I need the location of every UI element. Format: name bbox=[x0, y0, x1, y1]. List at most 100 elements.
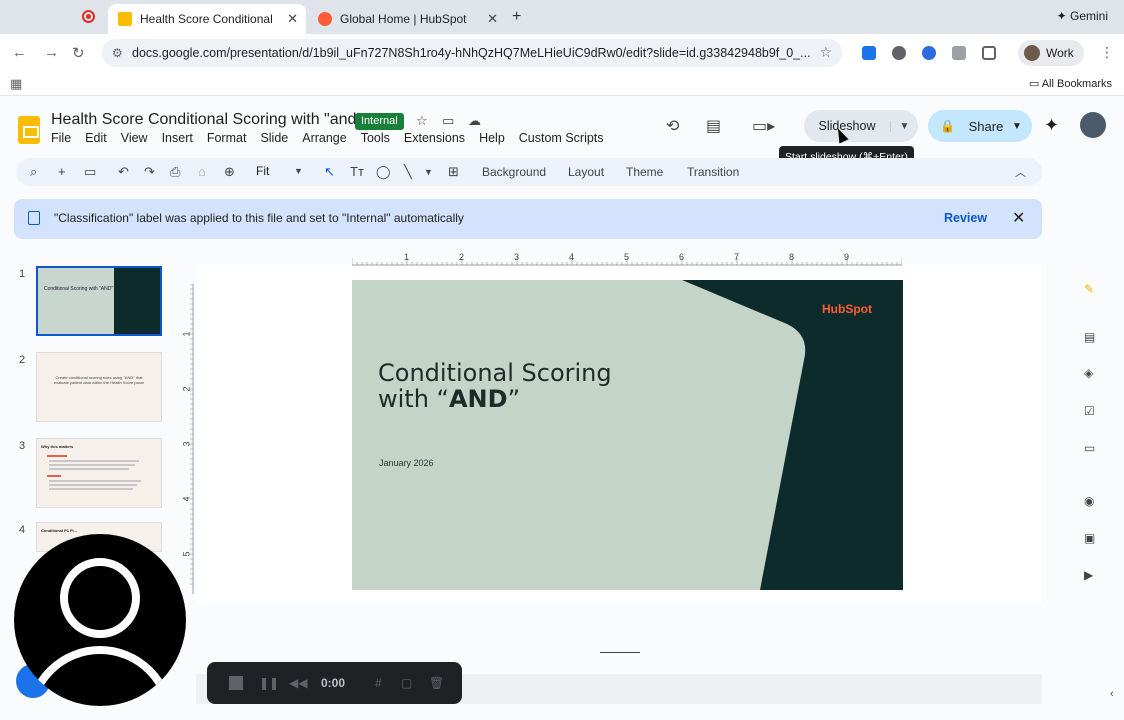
background-button[interactable]: Background bbox=[482, 165, 546, 179]
slide-thumbnail-2[interactable]: Create conditional scoring rules using "… bbox=[36, 352, 162, 422]
menu-format[interactable]: Format bbox=[207, 131, 247, 147]
extension-icon[interactable] bbox=[892, 46, 906, 60]
text-box-icon[interactable]: Tт bbox=[350, 164, 364, 179]
line-icon[interactable]: ╲ bbox=[404, 164, 412, 180]
collapse-side-panel-icon[interactable]: ‹ bbox=[1110, 688, 1114, 700]
thumb-text: Create conditional scoring rules using "… bbox=[53, 375, 145, 385]
title-prefix: with “ bbox=[378, 385, 449, 413]
profile-button[interactable]: Work bbox=[1018, 40, 1084, 66]
share-button[interactable]: 🔒 Share ▼ bbox=[928, 110, 1032, 142]
all-bookmarks-button[interactable]: ▭ All Bookmarks bbox=[1029, 77, 1112, 90]
calendar-icon[interactable]: ▤ bbox=[1084, 330, 1095, 344]
redo-icon[interactable]: ↷ bbox=[144, 164, 155, 180]
delete-icon[interactable]: 🗑 bbox=[429, 676, 444, 690]
keep-icon[interactable]: ◈ bbox=[1084, 366, 1093, 380]
menu-insert[interactable]: Insert bbox=[162, 131, 193, 147]
slide-thumbnail-3[interactable]: Why this matters bbox=[36, 438, 162, 508]
title-bold: AND bbox=[448, 385, 508, 413]
menu-arrange[interactable]: Arrange bbox=[302, 131, 346, 147]
cloud-saved-icon[interactable]: ☁ bbox=[468, 113, 481, 129]
move-folder-icon[interactable]: ▭ bbox=[442, 113, 454, 129]
label-icon bbox=[28, 211, 40, 225]
share-dropdown-icon[interactable]: ▼ bbox=[1012, 121, 1032, 132]
gemini-spark-icon[interactable]: ✦ bbox=[1044, 115, 1059, 136]
video-icon[interactable]: ▣ bbox=[1084, 531, 1095, 545]
grid-icon[interactable]: # bbox=[375, 676, 389, 690]
pause-icon[interactable]: ❚❚ bbox=[259, 676, 279, 690]
comments-icon[interactable]: ▤ bbox=[706, 116, 721, 136]
user-placeholder-icon bbox=[60, 558, 140, 638]
review-button[interactable]: Review bbox=[944, 211, 987, 225]
menu-extensions[interactable]: Extensions bbox=[404, 131, 465, 147]
slideshow-dropdown-icon[interactable]: ▼ bbox=[890, 120, 918, 132]
stop-recording-icon[interactable] bbox=[229, 676, 243, 690]
forward-icon[interactable]: → bbox=[44, 44, 59, 61]
search-menus-icon[interactable]: ⌕ bbox=[30, 164, 37, 180]
slideshow-button[interactable]: Slideshow ▼ bbox=[804, 110, 918, 142]
gemini-sidebar-icon[interactable]: ✎ bbox=[1084, 282, 1094, 296]
close-tab-icon[interactable]: ✕ bbox=[487, 11, 498, 27]
present-icon[interactable]: ▶ bbox=[1084, 568, 1093, 582]
version-history-icon[interactable]: ⟲ bbox=[666, 116, 679, 136]
gemini-button[interactable]: ✦ Gemini bbox=[1057, 9, 1108, 23]
menu-help[interactable]: Help bbox=[479, 131, 505, 147]
reload-icon[interactable]: ↻ bbox=[72, 44, 85, 62]
tasks-icon[interactable]: ☑ bbox=[1084, 404, 1095, 418]
bookmarks-bar: ▦ ▭ All Bookmarks bbox=[0, 72, 1124, 96]
apps-grid-icon[interactable]: ▦ bbox=[10, 76, 22, 92]
slide-date[interactable]: January 2026 bbox=[379, 458, 434, 468]
menu-slide[interactable]: Slide bbox=[260, 131, 288, 147]
extensions-puzzle-icon[interactable] bbox=[982, 46, 996, 60]
shape-icon[interactable]: ◯ bbox=[376, 164, 391, 180]
tab-health-score[interactable]: Health Score Conditional Sco ✕ bbox=[108, 4, 306, 34]
back-icon[interactable]: ← bbox=[12, 44, 27, 61]
meet-video-icon[interactable]: ▭▸ bbox=[752, 116, 775, 136]
menu-file[interactable]: File bbox=[51, 131, 71, 147]
new-slide-layout-icon[interactable]: ▭ bbox=[84, 164, 96, 180]
account-avatar[interactable] bbox=[1080, 112, 1106, 138]
zoom-icon[interactable]: ⊕ bbox=[224, 164, 235, 180]
insert-comment-icon[interactable]: ⊞ bbox=[448, 164, 459, 180]
thumb-line bbox=[49, 480, 141, 482]
speaker-notes-divider[interactable] bbox=[600, 652, 640, 653]
collapse-toolbar-icon[interactable]: ︿ bbox=[1015, 164, 1026, 180]
slide-thumbnail-1[interactable]: Conditional Scoring with "AND" bbox=[36, 266, 162, 336]
menu-view[interactable]: View bbox=[121, 131, 148, 147]
drive-folder-icon[interactable]: ▭ bbox=[1084, 441, 1095, 455]
browser-menu-icon[interactable]: ⋮ bbox=[1100, 44, 1114, 61]
new-slide-icon[interactable]: + bbox=[58, 164, 66, 179]
theme-button[interactable]: Theme bbox=[626, 165, 663, 179]
site-info-icon[interactable]: ⚙ bbox=[112, 46, 132, 60]
undo-icon[interactable]: ↶ bbox=[118, 164, 129, 180]
menu-edit[interactable]: Edit bbox=[85, 131, 107, 147]
zoom-select[interactable]: Fit bbox=[256, 164, 269, 178]
transition-button[interactable]: Transition bbox=[687, 165, 739, 179]
tab-hubspot-home[interactable]: Global Home | HubSpot ✕ bbox=[308, 4, 506, 34]
extension-icon[interactable] bbox=[862, 46, 876, 60]
slide-number: 3 bbox=[19, 440, 26, 452]
menu-tools[interactable]: Tools bbox=[361, 131, 390, 147]
line-dropdown-icon[interactable]: ▼ bbox=[424, 167, 433, 177]
url-input[interactable]: ⚙ docs.google.com/presentation/d/1b9il_u… bbox=[102, 39, 842, 67]
zoom-dropdown-icon[interactable]: ▼ bbox=[294, 166, 303, 176]
extension-icon[interactable] bbox=[952, 46, 966, 60]
document-title[interactable]: Health Score Conditional Scoring with "a… bbox=[51, 111, 362, 129]
slide-title[interactable]: Conditional Scoring with “AND” bbox=[378, 360, 612, 412]
current-slide[interactable]: Conditional Scoring with “AND” January 2… bbox=[352, 280, 903, 590]
new-tab-button[interactable]: + bbox=[512, 8, 521, 26]
menu-custom-scripts[interactable]: Custom Scripts bbox=[519, 131, 604, 147]
record-icon[interactable]: ◉ bbox=[1084, 494, 1094, 508]
layout-button[interactable]: Layout bbox=[568, 165, 604, 179]
camera-icon[interactable]: ▢ bbox=[401, 676, 415, 690]
close-tab-icon[interactable]: ✕ bbox=[287, 11, 298, 27]
bookmark-star-icon[interactable]: ☆ bbox=[819, 44, 832, 61]
classification-badge[interactable]: Internal bbox=[355, 113, 404, 130]
print-icon[interactable]: ⎙ bbox=[170, 164, 180, 180]
paint-format-icon[interactable]: ⌂ bbox=[198, 164, 206, 179]
star-icon[interactable]: ☆ bbox=[416, 113, 428, 129]
close-banner-icon[interactable]: ✕ bbox=[1012, 208, 1025, 228]
extension-icon[interactable] bbox=[922, 46, 936, 60]
rewind-icon[interactable]: ◀◀ bbox=[289, 676, 307, 690]
select-cursor-icon[interactable]: ↖ bbox=[324, 164, 335, 180]
slides-logo-icon[interactable] bbox=[18, 116, 40, 144]
